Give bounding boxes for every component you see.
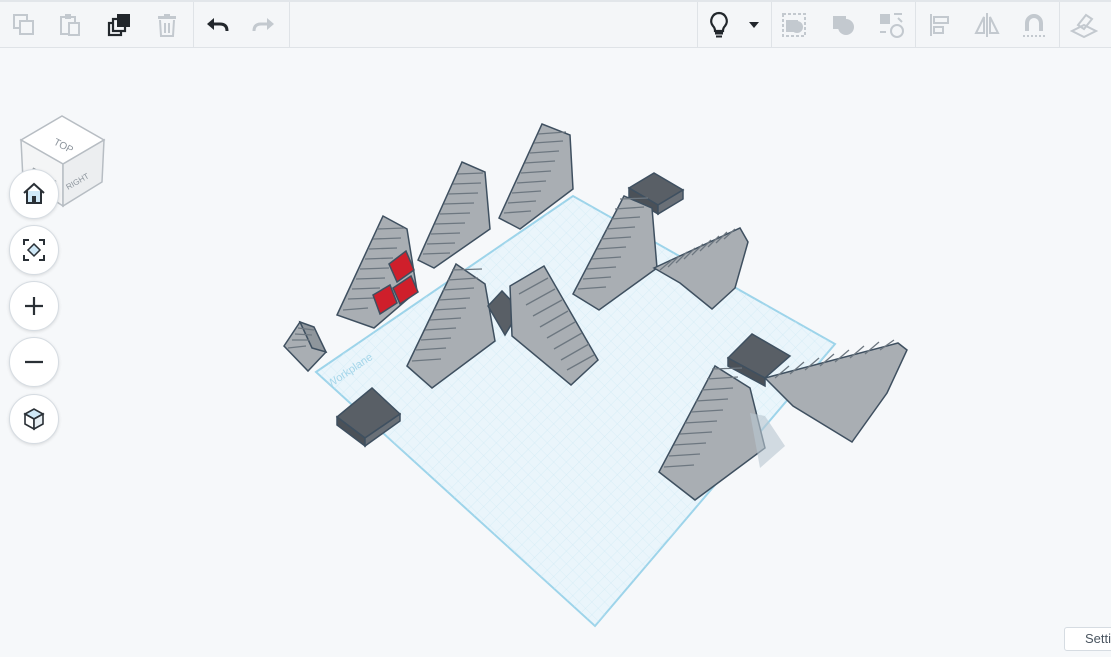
scene-canvas[interactable]: Workplane bbox=[0, 48, 1111, 657]
zoom-in-icon bbox=[25, 297, 43, 315]
align-icon bbox=[930, 14, 949, 36]
notes-toggle-button[interactable] bbox=[702, 8, 736, 42]
settings-button[interactable]: Settings bbox=[1064, 627, 1111, 651]
delete-button[interactable] bbox=[150, 8, 184, 42]
home-icon bbox=[23, 182, 45, 204]
duplicate-button[interactable] bbox=[102, 8, 136, 42]
fit-view-icon bbox=[23, 239, 45, 261]
copy-icon bbox=[13, 14, 34, 35]
toolbar-divider bbox=[697, 2, 698, 48]
cruise-icon bbox=[880, 13, 904, 38]
workplane-button[interactable] bbox=[1067, 8, 1101, 42]
align-button[interactable] bbox=[923, 8, 957, 42]
redo-icon bbox=[252, 18, 274, 32]
ungroup-icon bbox=[833, 16, 854, 35]
fit-view-button[interactable] bbox=[9, 225, 59, 275]
paste-icon bbox=[60, 14, 80, 36]
magnet-button[interactable] bbox=[1017, 8, 1051, 42]
zoom-in-button[interactable] bbox=[9, 281, 59, 331]
mirror-button[interactable] bbox=[970, 8, 1004, 42]
3d-viewport[interactable]: Workplane TOP RIGHT Setti bbox=[0, 48, 1111, 657]
copy-button[interactable] bbox=[7, 8, 41, 42]
zoom-out-button[interactable] bbox=[9, 337, 59, 387]
undo-icon bbox=[207, 18, 229, 32]
dropdown-caret-icon bbox=[749, 22, 759, 28]
ungroup-button[interactable] bbox=[826, 8, 860, 42]
cruise-button[interactable] bbox=[874, 8, 908, 42]
top-toolbar bbox=[0, 0, 1111, 48]
perspective-button[interactable] bbox=[9, 394, 59, 444]
undo-button[interactable] bbox=[200, 8, 234, 42]
perspective-icon bbox=[23, 408, 45, 431]
toolbar-divider bbox=[289, 2, 290, 48]
toolbar-divider bbox=[1059, 2, 1060, 48]
toolbar-divider bbox=[193, 2, 194, 48]
mirror-icon bbox=[974, 13, 1000, 37]
duplicate-icon bbox=[107, 14, 130, 37]
staircase-shape[interactable] bbox=[417, 161, 491, 269]
group-icon bbox=[782, 13, 806, 37]
redo-button[interactable] bbox=[247, 8, 281, 42]
lightbulb-icon bbox=[710, 11, 728, 38]
magnet-icon bbox=[1023, 14, 1045, 37]
toolbar-divider bbox=[771, 2, 772, 48]
paste-button[interactable] bbox=[53, 8, 87, 42]
notes-dropdown-button[interactable] bbox=[740, 8, 768, 42]
delete-icon bbox=[158, 14, 176, 37]
workplane-icon bbox=[1070, 13, 1098, 39]
zoom-out-icon bbox=[25, 360, 43, 364]
toolbar-divider bbox=[915, 2, 916, 48]
staircase-shape[interactable] bbox=[283, 320, 328, 373]
home-view-button[interactable] bbox=[9, 169, 59, 219]
group-button[interactable] bbox=[777, 8, 811, 42]
